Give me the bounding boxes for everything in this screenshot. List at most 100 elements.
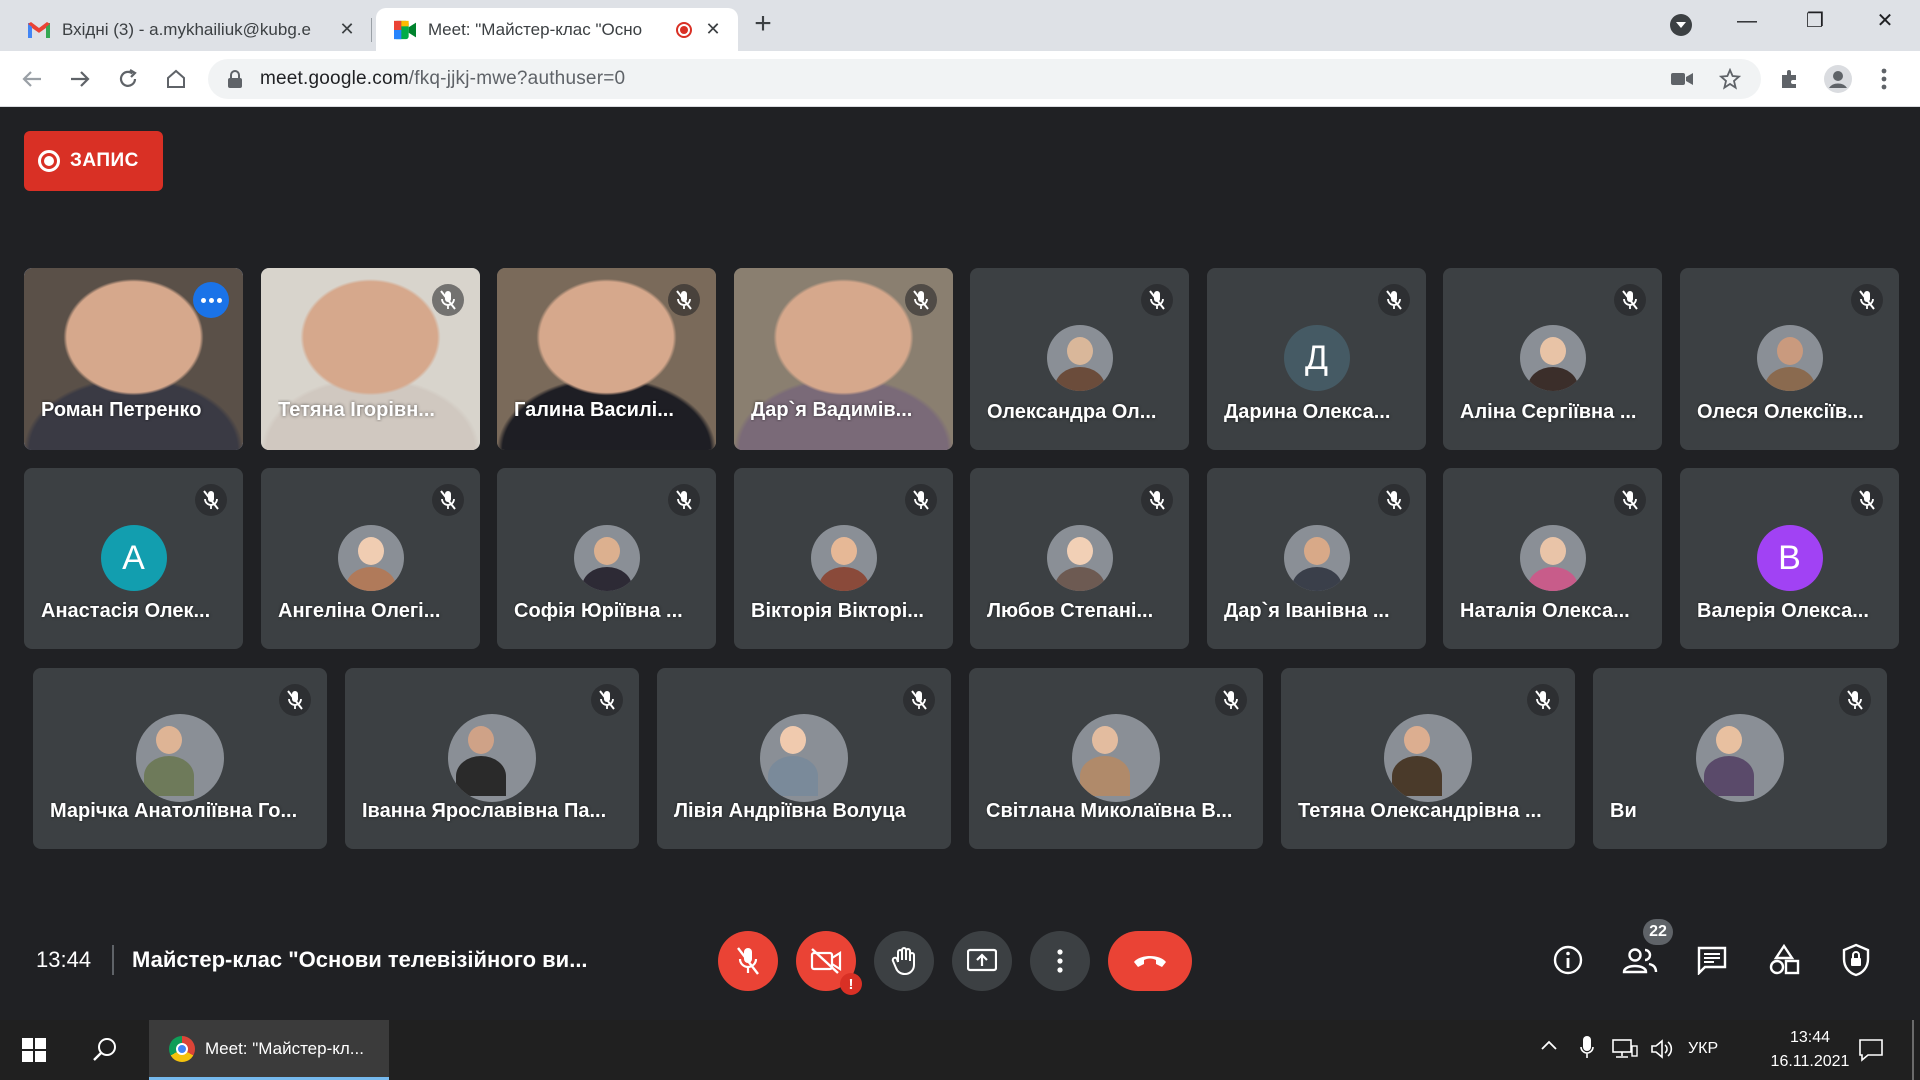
participant-avatar [1519,525,1586,591]
participant-avatar [136,714,224,802]
shield-lock-icon [1842,943,1870,977]
participant-name: Дар`я Іванівна ... [1224,600,1390,622]
new-tab-button[interactable]: + [748,9,778,40]
chat-button[interactable] [1692,940,1732,980]
participant-tile[interactable]: Тетяна Олександрівна ... [1281,668,1575,849]
microphone-tray-icon[interactable] [1580,1036,1594,1065]
record-icon [38,150,60,172]
browser-menu-icon[interactable] [1870,65,1898,93]
participant-tile[interactable]: Олеся Олексіїв... [1680,268,1899,450]
participant-tile[interactable]: Дар`я Вадимів... [734,268,953,450]
minimize-button[interactable]: — [1722,6,1772,36]
tab-title: Вхідні (3) - a.mykhailiuk@kubg.e [62,19,311,39]
participant-tile[interactable]: Галина Василі... [497,268,716,450]
notifications-icon[interactable] [1858,1038,1884,1067]
mic-off-icon [432,284,464,316]
participant-tile[interactable]: Роман Петренко [24,268,243,450]
leave-call-button[interactable] [1108,931,1192,991]
back-arrow-icon[interactable] [18,65,46,93]
bookmark-star-icon[interactable] [1716,65,1744,93]
participant-tile[interactable]: Лівія Андріївна Волуца [657,668,951,849]
reload-icon[interactable] [114,65,142,93]
participant-tile[interactable]: Софія Юріївна ... [497,468,716,649]
participant-tile[interactable]: Марічка Анатоліївна Го... [33,668,327,849]
taskbar-app-label: Meet: "Майстер-кл... [205,1038,364,1058]
network-tray-icon[interactable] [1612,1038,1638,1065]
participant-tile[interactable]: Д Дарина Олекса... [1207,268,1426,450]
taskbar-time: 13:44 [1789,1029,1831,1046]
tab-search-icon[interactable] [1670,14,1692,36]
participant-avatar [1696,714,1784,802]
participant-tile[interactable]: Світлана Миколаївна В... [969,668,1263,849]
home-icon[interactable] [162,65,190,93]
mic-off-icon [1215,684,1247,716]
meeting-clock: 13:44 [36,947,92,972]
mic-off-icon [1614,284,1646,316]
participant-avatar [1384,714,1472,802]
mic-off-icon [591,684,623,716]
participant-tile[interactable]: Любов Степані... [970,468,1189,649]
mic-off-icon [737,947,759,975]
tab-gmail[interactable]: Вхідні (3) - a.mykhailiuk@kubg.e ✕ [10,8,372,51]
host-controls-button[interactable] [1836,940,1876,980]
camera-toggle-button[interactable]: ! [796,931,862,995]
taskbar-clock[interactable]: 13:44 16.11.2021 [1752,1026,1868,1074]
participant-name: Валерія Олекса... [1697,600,1869,622]
show-desktop-strip[interactable] [1912,1020,1914,1080]
recording-indicator-icon [676,21,692,38]
present-screen-button[interactable] [952,931,1012,991]
participant-tile[interactable]: А Анастасія Олек... [24,468,243,649]
participant-tile[interactable]: Дар`я Іванівна ... [1207,468,1426,649]
taskbar-chrome-app[interactable]: Meet: "Майстер-кл... [149,1020,389,1080]
participant-avatar [1519,325,1586,391]
url-host: meet.google.com [260,68,409,89]
camera-in-use-icon[interactable] [1668,65,1696,93]
participant-tile[interactable]: Вікторія Вікторі... [734,468,953,649]
meeting-title[interactable]: Майстер-клас "Основи телевізійного ви... [132,947,588,973]
bar-divider [112,945,114,975]
profile-avatar-icon[interactable] [1824,65,1852,93]
participant-tile[interactable]: Олександра Ол... [970,268,1189,450]
activities-button[interactable] [1764,940,1804,980]
volume-tray-icon[interactable] [1650,1038,1674,1065]
participant-count-badge: 22 [1643,919,1673,945]
recording-label: ЗАПИС [70,150,139,171]
participant-name: Ви [1610,800,1637,822]
forward-arrow-icon[interactable] [66,65,94,93]
participant-tile[interactable]: В Валерія Олекса... [1680,468,1899,649]
more-options-button[interactable] [1030,931,1090,991]
close-tab-icon[interactable]: ✕ [336,19,358,40]
microphone-toggle-button[interactable] [718,931,778,991]
participant-avatar [448,714,536,802]
windows-start-icon[interactable] [22,1038,46,1062]
address-bar[interactable]: meet.google.com/fkq-jjkj-mwe?authuser=0 [208,59,1761,99]
raise-hand-button[interactable] [874,931,934,991]
participant-avatar [1072,714,1160,802]
participant-tile[interactable]: Ви [1593,668,1887,849]
participant-name: Лівія Андріївна Волуца [674,800,906,822]
participant-tile[interactable]: Іванна Ярославівна Па... [345,668,639,849]
participant-name: Олеся Олексіїв... [1697,401,1864,423]
browser-toolbar: meet.google.com/fkq-jjkj-mwe?authuser=0 [0,51,1920,107]
participant-name: Любов Степані... [987,600,1154,622]
recording-badge[interactable]: ЗАПИС [24,131,163,191]
lock-icon[interactable] [228,69,244,89]
participant-tile[interactable]: Наталія Олекса... [1443,468,1662,649]
participant-tile[interactable]: Аліна Сергіївна ... [1443,268,1662,450]
meeting-details-button[interactable] [1548,940,1588,980]
participant-tile[interactable]: Ангеліна Олегі... [261,468,480,649]
show-hidden-icons-chevron-icon[interactable] [1540,1038,1558,1056]
close-tab-icon[interactable]: ✕ [702,19,724,40]
close-window-button[interactable]: ✕ [1860,6,1910,36]
taskbar-search-icon[interactable] [92,1036,120,1064]
tab-meet[interactable]: Meet: "Майстер-клас "Осно ✕ [376,8,738,51]
gmail-icon [28,19,50,41]
mic-off-icon [905,284,937,316]
hand-icon [891,947,915,975]
tile-more-options-icon[interactable] [193,282,229,318]
extensions-puzzle-icon[interactable] [1776,65,1804,93]
participant-tile[interactable]: Тетяна Ігорівн... [261,268,480,450]
input-language-indicator[interactable]: УКР [1688,1040,1718,1058]
show-everyone-button[interactable] [1620,940,1660,980]
maximize-button[interactable]: ❐ [1790,6,1840,36]
